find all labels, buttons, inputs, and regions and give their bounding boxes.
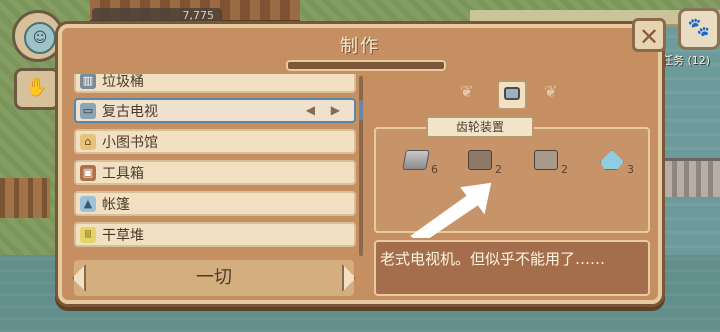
iron-ingot-icon — [402, 150, 430, 170]
material-slot[interactable]: 3 — [598, 148, 634, 176]
haystack-icon: Ⅲ — [80, 226, 96, 243]
material-qty: 3 — [627, 163, 634, 176]
trash-bin-icon: ▥ — [80, 74, 96, 89]
material-slot[interactable]: 6 — [402, 148, 438, 176]
material-slot[interactable]: 2 — [466, 148, 502, 176]
paw-icon: 🐾 — [687, 17, 711, 38]
item-description: 老式电视机。但似乎不能用了…… — [380, 250, 606, 268]
recipe-list-scrollbar[interactable] — [359, 76, 363, 256]
crystal-icon — [600, 150, 624, 170]
little-library-icon: ⌂ — [80, 133, 96, 150]
circuit-part-icon — [534, 150, 558, 170]
recipe-item-retro-tv[interactable]: ▭ 复古电视 ◀ ▶ — [74, 98, 356, 123]
retro-tv-icon: ▭ — [80, 102, 96, 119]
close-icon: ✕ — [638, 23, 660, 51]
material-slot[interactable]: 2 — [532, 148, 568, 176]
panel-title: 制作 — [340, 36, 380, 57]
close-button[interactable]: ✕ — [632, 18, 666, 52]
category-filter: 一切 — [72, 260, 356, 296]
wooden-fence — [0, 178, 50, 218]
recipe-item-toolbox[interactable]: ▣ 工具箱 — [74, 160, 356, 185]
pointer-arrow-icon — [410, 182, 492, 238]
recipe-item-tent[interactable]: ▲ 帐篷 — [74, 191, 356, 216]
player-portrait[interactable]: ☺ — [12, 10, 64, 62]
recipe-label: 垃圾桶 — [102, 74, 144, 90]
recipe-label: 复古电视 — [102, 103, 158, 120]
paw-menu-button[interactable]: 🐾 — [678, 8, 720, 50]
coin-count: 7,775 — [182, 9, 215, 22]
title-progress-bar — [286, 60, 446, 71]
scrollbar-thumb[interactable] — [359, 100, 363, 120]
material-qty: 2 — [561, 163, 568, 176]
recipe-label: 帐篷 — [102, 196, 130, 213]
toolbox-icon: ▣ — [80, 164, 96, 181]
recipe-label: 小图书馆 — [102, 134, 158, 151]
material-tooltip: 齿轮装置 — [426, 116, 534, 138]
hand-action-button[interactable]: ✋ — [14, 68, 60, 110]
variant-arrows[interactable]: ◀ ▶ — [306, 103, 346, 117]
gear-device-icon — [468, 150, 492, 170]
recipe-label: 干草堆 — [102, 227, 144, 244]
task-counter[interactable]: 任务 (12) — [662, 52, 710, 68]
right-leaf-decoration-icon: ❦ — [544, 82, 558, 101]
material-qty: 2 — [495, 163, 502, 176]
filter-label: 一切 — [196, 267, 232, 288]
crafting-panel: 制作 ▥ 垃圾桶 ▭ 复古电视 ◀ ▶ ⌂ 小图书馆 ▣ 工具箱 ▲ 帐篷 Ⅲ … — [58, 24, 662, 304]
retro-tv-icon — [504, 87, 520, 100]
material-qty: 6 — [431, 163, 438, 176]
tent-icon: ▲ — [80, 195, 96, 212]
hand-icon: ✋ — [25, 77, 49, 98]
recipe-label: 工具箱 — [102, 165, 144, 182]
recipe-item-trash-bin[interactable]: ▥ 垃圾桶 — [74, 74, 356, 93]
recipe-list: ▥ 垃圾桶 ▭ 复古电视 ◀ ▶ ⌂ 小图书馆 ▣ 工具箱 ▲ 帐篷 Ⅲ 干草堆 — [72, 74, 358, 252]
recipe-item-haystack[interactable]: Ⅲ 干草堆 — [74, 222, 356, 247]
player-face-icon: ☺ — [24, 22, 56, 54]
stone-fence — [660, 158, 720, 197]
item-description-box: 老式电视机。但似乎不能用了…… — [374, 240, 650, 296]
recipe-item-little-library[interactable]: ⌂ 小图书馆 — [74, 129, 356, 154]
left-leaf-decoration-icon: ❦ — [460, 82, 474, 101]
coin-counter: 7,775 — [92, 8, 222, 24]
selected-item-icon — [497, 80, 527, 110]
